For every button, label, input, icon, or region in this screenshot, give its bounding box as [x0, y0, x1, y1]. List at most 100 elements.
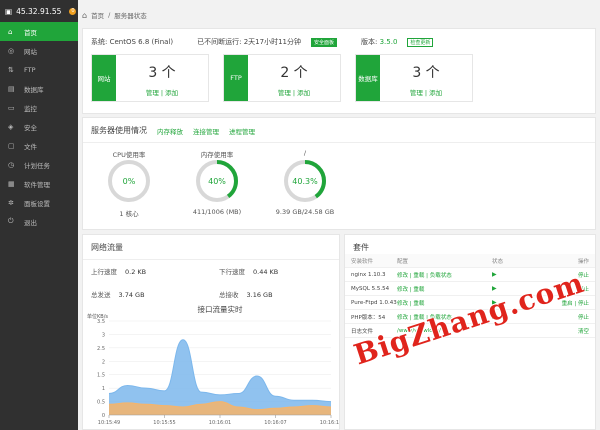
sidebar-item-label: FTP: [24, 65, 36, 74]
monitor-icon: ▣: [5, 6, 13, 16]
ftp-icon: ⇅: [8, 65, 14, 74]
sidebar-item-9[interactable]: ✲ 面板设置: [0, 193, 78, 212]
card-label: 网站: [92, 55, 116, 101]
sidebar: ▣ 45.32.91.55 0 ⌂ 首页 ◎ 网站 ⇅ FTP ▤ 数据库 ▭ 监控 ◈ 安全 ▢ 文件 ◷…: [0, 0, 78, 430]
sidebar-item-label: 面板设置: [24, 199, 50, 208]
sidebar-item-7[interactable]: ◷ 计划任务: [0, 155, 78, 174]
notification-badge[interactable]: 0: [69, 7, 77, 15]
breadcrumb: ⌂ 首页 / 服务器状态: [82, 7, 147, 23]
network-header: 网络流量: [91, 242, 123, 253]
card-add-link[interactable]: 添加: [297, 89, 310, 97]
software-config-links[interactable]: 修改 | 重载 | 负载状态: [397, 271, 492, 279]
summary-card: 网站 3 个管理 | 添加: [91, 54, 209, 102]
card-manage-link[interactable]: 管理: [146, 89, 159, 97]
card-manage-link[interactable]: 管理: [410, 89, 423, 97]
card-links: 管理 | 添加: [145, 89, 179, 97]
version-label: 版本:: [361, 38, 378, 46]
usage-header: 服务器使用情况 内存释放 连接管理 进程管理: [91, 125, 255, 136]
software-header: 套件: [353, 242, 369, 253]
x-tick-label: 10:15:49: [98, 420, 120, 426]
upload-speed: 上行速度 0.2 KB: [91, 268, 147, 276]
card-manage-link[interactable]: 管理: [278, 89, 291, 97]
sidebar-item-label: 安全: [24, 123, 37, 132]
gauge-ring: 40.3%: [284, 160, 326, 202]
gauge-value: 40%: [208, 177, 226, 186]
server-header: ▣ 45.32.91.55 0: [0, 0, 78, 22]
breadcrumb-separator: /: [108, 11, 111, 19]
gauge-value: 0%: [123, 177, 136, 186]
software-name: nginx 1.10.3: [351, 271, 386, 278]
x-tick-label: 10:15:55: [153, 420, 175, 426]
network-panel: 网络流量 上行速度 0.2 KB 下行速度 0.44 KB 总发送 3.74 GB 总…: [82, 234, 340, 430]
sidebar-item-4[interactable]: ▭ 监控: [0, 98, 78, 117]
sidebar-item-0[interactable]: ⌂ 首页: [0, 22, 78, 41]
safe-badge[interactable]: 安全面板: [310, 37, 337, 47]
apps-icon: ▦: [8, 179, 15, 188]
y-tick-label: 0: [102, 413, 105, 419]
network-divider: [83, 259, 339, 260]
breadcrumb-current: 服务器状态: [114, 12, 147, 20]
software-table-header: 安装软件 配置 状态 操作: [345, 254, 595, 268]
gauge-name: 内存使用率: [200, 151, 234, 159]
y-tick-label: 1.5: [97, 373, 105, 379]
sidebar-item-5[interactable]: ◈ 安全: [0, 117, 78, 136]
sidebar-item-6[interactable]: ▢ 文件: [0, 136, 78, 155]
usage-gauge: 内存使用率 40% 411/1006 (MB): [185, 149, 249, 216]
software-name: PHP版本：54: [351, 314, 386, 321]
home-icon[interactable]: ⌂: [82, 11, 87, 20]
gauge-ring: 0%: [108, 160, 150, 202]
exit-icon: ⏻: [8, 217, 14, 225]
sidebar-item-label: 监控: [24, 104, 37, 113]
total-received: 总接收 3.16 GB: [219, 291, 273, 299]
sidebar-item-label: 计划任务: [24, 161, 50, 170]
sidebar-item-2[interactable]: ⇅ FTP: [0, 60, 78, 79]
sidebar-item-10[interactable]: ⏻ 退出: [0, 212, 78, 231]
y-tick-label: 0.5: [97, 400, 105, 406]
clock-icon: ◷: [8, 160, 15, 169]
home-icon: ⌂: [8, 27, 13, 36]
card-count: 3 个: [412, 65, 440, 81]
sidebar-item-8[interactable]: ▦ 软件管理: [0, 174, 78, 193]
main-content: ⌂ 首页 / 服务器状态 系统: CentOS 6.8 (Final) 已不间断…: [78, 0, 600, 430]
check-update-button[interactable]: 检查更新: [407, 37, 434, 47]
monitor-icon: ▭: [8, 103, 15, 112]
version-value: 3.5.0: [379, 38, 398, 46]
usage-panel: 服务器使用情况 内存释放 连接管理 进程管理 CPU使用率 0% 1 核心 内存使用率…: [82, 117, 596, 230]
card-add-link[interactable]: 添加: [165, 89, 178, 97]
sidebar-item-label: 数据库: [24, 85, 44, 94]
sidebar-item-label: 文件: [24, 142, 37, 151]
running-status-icon: ▶: [492, 271, 497, 278]
y-tick-label: 3.5: [97, 319, 105, 325]
card-label: FTP: [224, 55, 248, 101]
system-info: 系统: CentOS 6.8 (Final) 已不间断运行: 2天17小时11分…: [91, 37, 434, 47]
sidebar-item-label: 软件管理: [24, 180, 50, 189]
card-links: 管理 | 添加: [277, 89, 311, 97]
y-tick-label: 2: [102, 359, 105, 365]
os-label: 系统:: [91, 38, 108, 46]
memory-release-link[interactable]: 内存释放: [157, 126, 183, 136]
process-manage-link[interactable]: 进程管理: [229, 126, 255, 136]
sidebar-item-label: 首页: [24, 28, 37, 37]
software-title: 套件: [353, 243, 369, 252]
card-count: 3 个: [148, 65, 176, 81]
card-label: 数据库: [356, 55, 380, 101]
usage-gauge: / 40.3% 9.39 GB/24.58 GB: [273, 149, 337, 216]
os-value: CentOS 6.8 (Final): [109, 38, 174, 46]
summary-card: 数据库 3 个管理 | 添加: [355, 54, 473, 102]
sidebar-item-3[interactable]: ▤ 数据库: [0, 79, 78, 98]
database-icon: ▤: [8, 84, 15, 93]
connection-manage-link[interactable]: 连接管理: [193, 126, 219, 136]
software-action-link[interactable]: 清空: [526, 327, 595, 335]
usage-title: 服务器使用情况: [91, 126, 147, 135]
software-config-links[interactable]: 修改 | 重载: [397, 285, 492, 293]
card-add-link[interactable]: 添加: [429, 89, 442, 97]
globe-icon: ◎: [8, 46, 15, 55]
chart-title: 接口流量实时: [198, 304, 243, 314]
sidebar-item-1[interactable]: ◎ 网站: [0, 41, 78, 60]
folder-icon: ▢: [8, 141, 15, 150]
overview-panel: 系统: CentOS 6.8 (Final) 已不间断运行: 2天17小时11分…: [82, 28, 596, 114]
gauge-footer: 1 核心: [119, 210, 139, 218]
breadcrumb-home[interactable]: 首页: [91, 10, 104, 20]
y-tick-label: 1: [102, 386, 105, 392]
y-tick-label: 3: [102, 332, 105, 338]
